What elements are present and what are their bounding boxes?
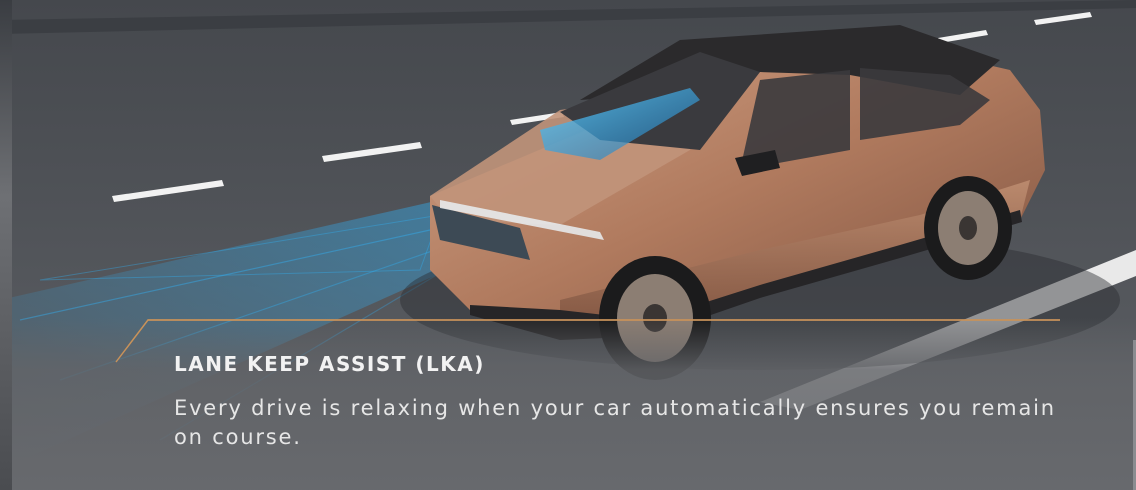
rear-wheel	[924, 176, 1012, 280]
left-edge	[0, 0, 12, 490]
feature-description: Every drive is relaxing when your car au…	[174, 396, 1056, 449]
feature-banner: LANE KEEP ASSIST (LKA) Every drive is re…	[0, 0, 1136, 490]
feature-title: LANE KEEP ASSIST (LKA)	[174, 352, 485, 376]
